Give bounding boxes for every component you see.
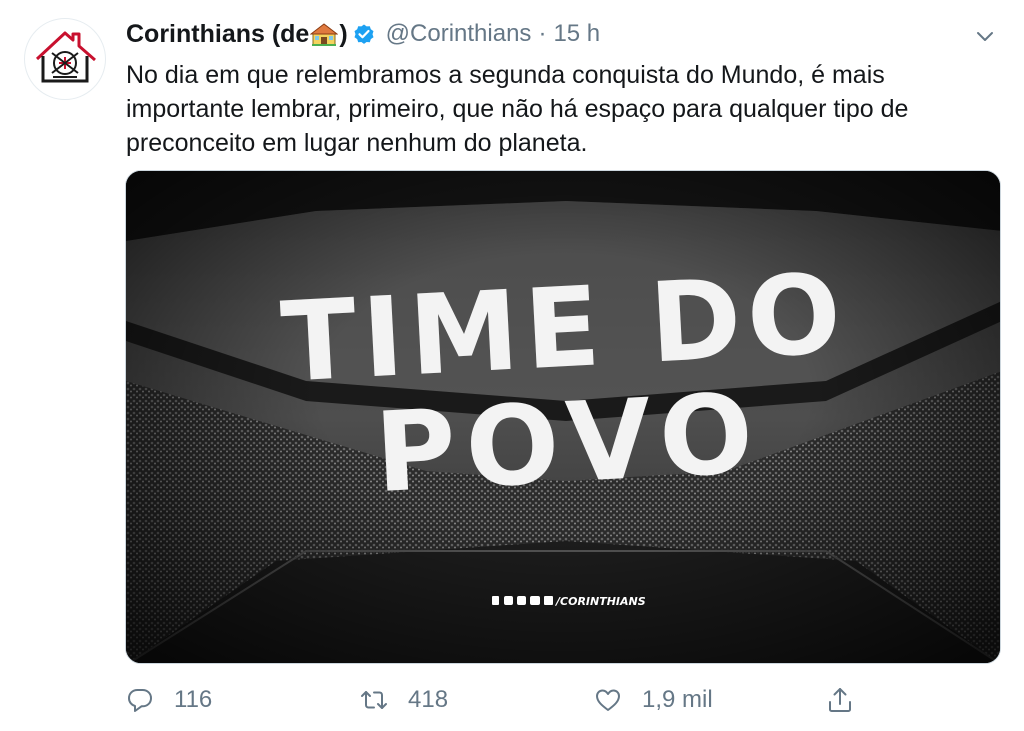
media-headline-line2: POVO [372, 369, 766, 517]
retweet-icon [361, 691, 387, 709]
author-name[interactable]: Corinthians (de [126, 20, 309, 49]
author-name-suffix: ) [339, 19, 348, 48]
tweet-image[interactable]: TIME DO POVO /CORINTHIANS [125, 170, 1001, 664]
verified-badge-icon [354, 24, 374, 44]
reply-icon [128, 689, 152, 712]
separator-dot: · [538, 20, 547, 47]
like-count: 1,9 mil [642, 686, 713, 713]
reply-count: 116 [174, 686, 213, 713]
share-button[interactable] [826, 678, 854, 722]
tweet-timestamp[interactable]: 15 h [553, 20, 600, 48]
reply-button[interactable]: 116 [126, 678, 212, 722]
retweet-count: 418 [408, 686, 449, 713]
retweet-button[interactable]: 418 [360, 678, 448, 722]
house-emoji-icon [309, 22, 339, 46]
avatar[interactable] [24, 18, 106, 100]
heart-icon [596, 689, 620, 711]
media-social-handle: /CORINTHIANS [554, 595, 646, 608]
chevron-down-icon[interactable] [972, 23, 998, 49]
author-handle[interactable]: @Corinthians [386, 20, 532, 48]
tweet-header: Corinthians (de ) @Corinthians · 15 h [126, 16, 998, 52]
share-icon [829, 688, 851, 712]
tweet-actions: 116 418 1,9 mil [126, 678, 884, 722]
like-button[interactable]: 1,9 mil [594, 678, 713, 722]
corinthians-logo-icon [35, 31, 96, 83]
stadium-photo: TIME DO POVO /CORINTHIANS [126, 171, 1000, 663]
tweet-text: No dia em que relembramos a segunda conq… [126, 61, 909, 157]
